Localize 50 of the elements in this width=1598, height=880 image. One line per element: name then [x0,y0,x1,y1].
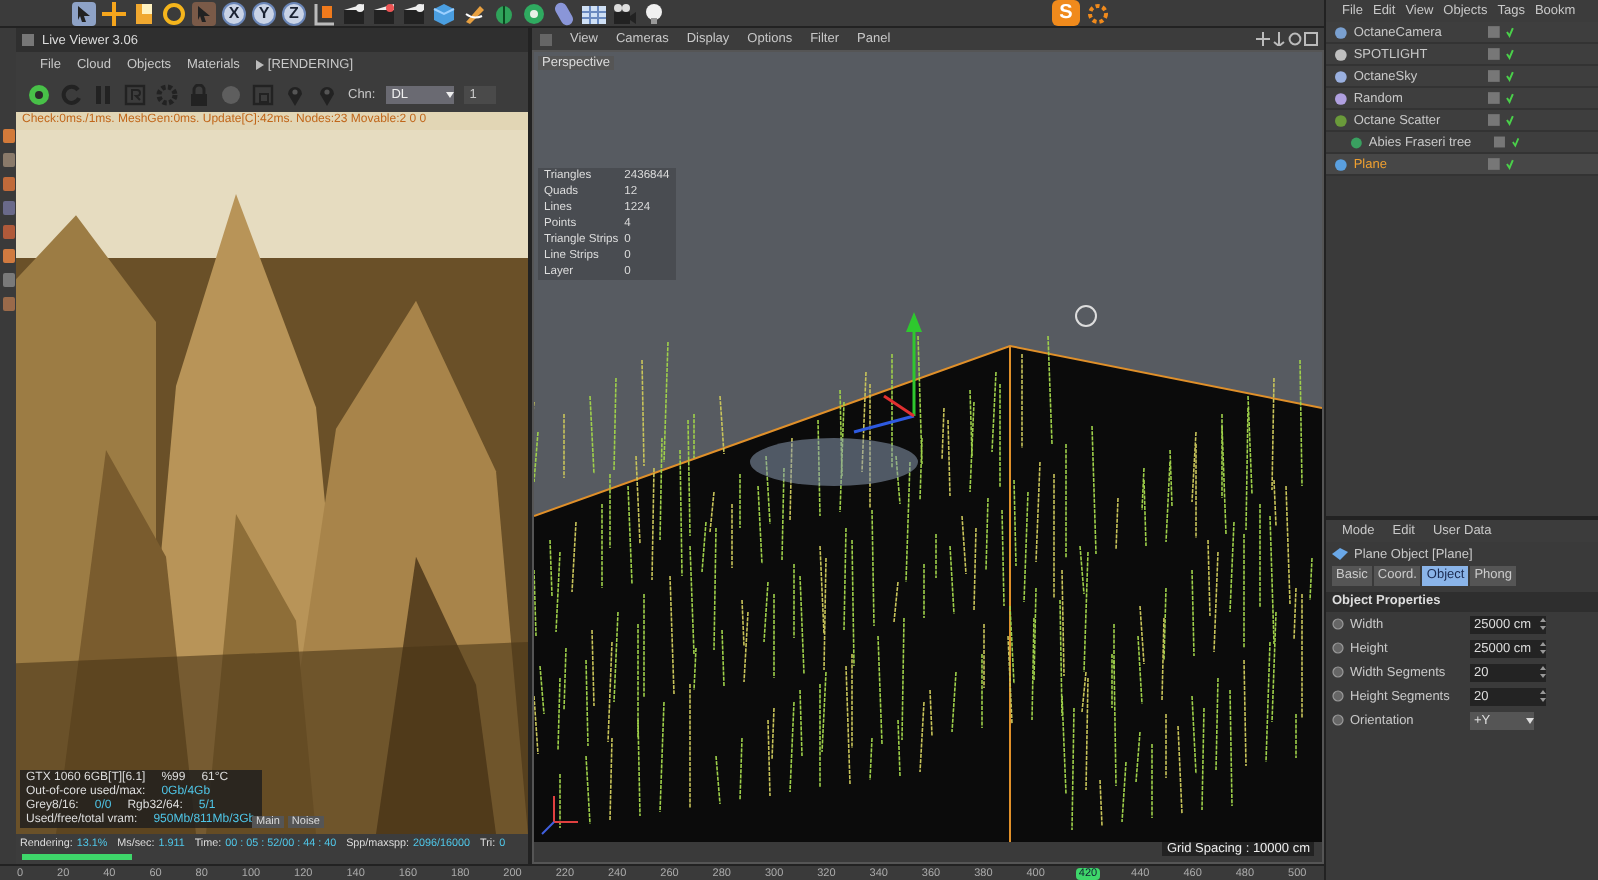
checkbox-icon [1488,70,1501,82]
triangle-icon [255,59,264,69]
pin-icon[interactable] [316,83,338,105]
spinner-arrows-icon [1540,618,1546,630]
axis-button[interactable]: Z [282,1,306,25]
cube-icon[interactable] [432,1,456,25]
axis-gizmo[interactable] [853,312,922,434]
caret-icon [1526,717,1534,723]
checkbox-icon [1488,92,1501,104]
checkbox-icon [1494,136,1506,148]
axis-button[interactable]: Y [252,1,276,25]
axis-indicator-icon [541,795,579,835]
cursor-icon[interactable] [192,1,216,25]
rotate-icon[interactable] [1288,32,1302,46]
bug-icon[interactable] [492,1,516,25]
clapperboard-icon[interactable] [342,1,366,25]
caret-icon [445,91,454,97]
cursor-icon[interactable] [72,1,96,25]
animate-dot-icon[interactable] [1332,666,1344,678]
spinner-arrows-icon [1540,666,1546,678]
capsule-icon[interactable] [552,1,576,25]
pen-icon[interactable] [462,1,486,25]
camera-icon[interactable] [612,1,636,25]
plane-icon [1332,548,1348,560]
maximize-icon[interactable] [1304,32,1318,46]
animate-dot-icon[interactable] [1332,618,1344,630]
window-icon [540,33,552,45]
checkbox-icon [1488,26,1501,38]
scale-icon[interactable] [132,1,156,25]
move-icon[interactable] [1256,32,1270,46]
window-icon [22,34,34,46]
checkbox-icon [1488,48,1501,60]
light-bulb-icon[interactable] [642,1,666,25]
axis-button[interactable]: X [222,1,246,25]
animate-dot-icon[interactable] [1332,690,1344,702]
rotate-icon[interactable] [162,1,186,25]
checkbox-icon [1488,158,1501,170]
move-icon[interactable] [102,1,126,25]
arrow-icon[interactable] [1272,32,1286,46]
spinner-arrows-icon [1540,690,1546,702]
clapperboard-icon[interactable] [402,1,426,25]
grid-icon[interactable] [582,1,606,25]
spinner-arrows-icon [1540,642,1546,654]
animate-dot-icon[interactable] [1332,642,1344,654]
clapperboard-icon[interactable] [372,1,396,25]
animate-dot-icon[interactable] [1332,714,1344,726]
pin-icon[interactable] [284,83,306,105]
checkbox-icon [1488,114,1501,126]
circle-handle[interactable] [1075,305,1097,327]
coordinate-icon[interactable] [312,1,336,25]
